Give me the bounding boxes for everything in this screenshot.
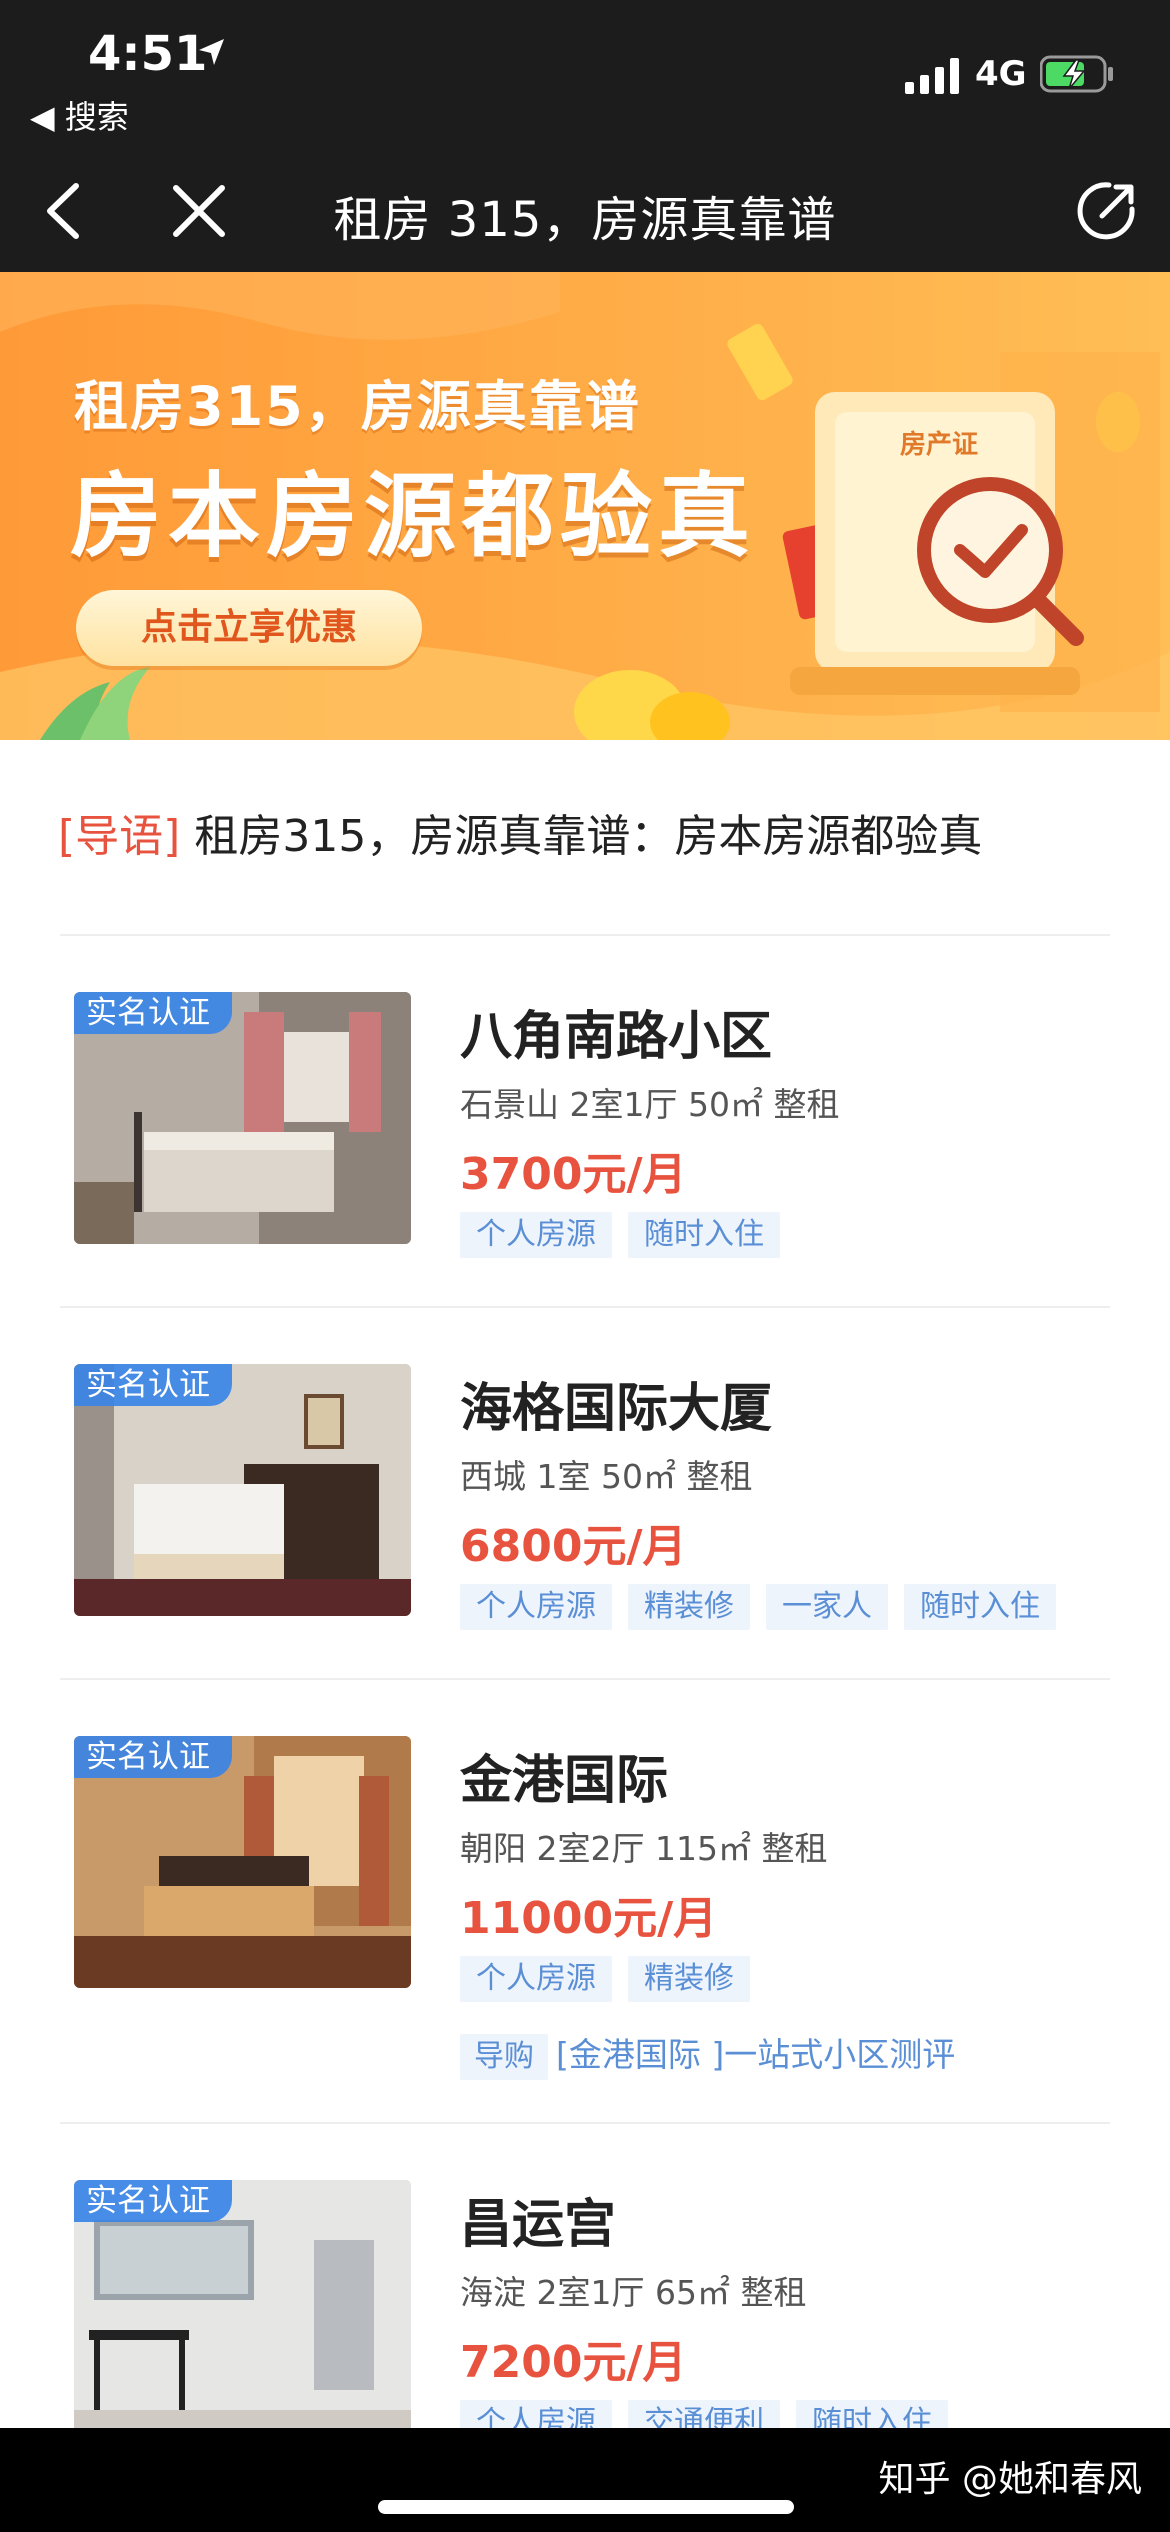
listing-tag: 交通便利 — [628, 2400, 780, 2428]
listing-price: 11000元/月 — [460, 1893, 718, 1944]
verified-badge: 实名认证 — [74, 1736, 232, 1778]
promo-banner[interactable]: 房产证 租房315，房源真靠谱 房本房源都验真 点击立享优惠 — [0, 272, 1170, 740]
divider — [60, 1306, 1110, 1308]
divider — [60, 934, 1110, 936]
listing-price: 3700元/月 — [460, 1149, 687, 1200]
listing-tag: 一家人 — [766, 1584, 888, 1630]
verified-badge: 实名认证 — [74, 2180, 232, 2222]
listing-name[interactable]: 金港国际 — [460, 1738, 668, 1813]
listing-tag: 个人房源 — [460, 1584, 612, 1630]
lead-tag: [导语] — [58, 811, 181, 862]
network-type: 4G — [975, 54, 1027, 94]
banner-headline: 租房315，房源真靠谱 — [74, 375, 641, 438]
location-arrow-icon — [199, 39, 224, 65]
listing-tags: 个人房源 交通便利 随时入住 — [460, 2400, 964, 2428]
listing-tag: 精装修 — [628, 1956, 750, 2002]
listing-tag: 个人房源 — [460, 2400, 612, 2428]
nav-bar: 租房 315，房源真靠谱 — [0, 150, 1170, 272]
divider — [60, 2122, 1110, 2124]
bottom-bar: 知乎 @她和春风 — [0, 2428, 1170, 2532]
listing-meta: 石景山 2室1厅 50㎡ 整租 — [460, 1085, 840, 1124]
listing-tag: 个人房源 — [460, 1212, 612, 1258]
banner-main-title: 房本房源都验真 — [70, 463, 757, 570]
certificate-label: 房产证 — [900, 430, 979, 460]
lead-text: 租房315，房源真靠谱：房本房源都验真 — [194, 811, 983, 862]
listing-tags: 个人房源 精装修 一家人 随时入住 — [460, 1584, 1072, 1630]
listing-card[interactable]: 实名认证 金港国际 朝阳 2室2厅 115㎡ 整租 11000元/月 个人房源精… — [0, 1736, 1170, 2116]
listing-name[interactable]: 八角南路小区 — [460, 994, 772, 1069]
listing-name[interactable]: 海格国际大厦 — [460, 1366, 772, 1441]
guide-link[interactable]: 导购 [金港国际 ]一站式小区测评 — [460, 2028, 955, 2080]
listing-tag: 随时入住 — [628, 1212, 780, 1258]
guide-tag: 导购 — [460, 2034, 548, 2080]
listing-tag: 个人房源 — [460, 1956, 612, 2002]
listing-meta: 朝阳 2室2厅 115㎡ 整租 — [460, 1829, 828, 1868]
status-bar: 4:51 ◀ 搜索 4G — [0, 0, 1170, 150]
lead-paragraph: [导语] 租房315，房源真靠谱：房本房源都验真 — [58, 800, 982, 864]
page-title: 租房 315，房源真靠谱 — [333, 192, 837, 248]
battery-icon — [1040, 55, 1113, 93]
listing-price: 6800元/月 — [460, 1521, 687, 1572]
status-time: 4:51 — [88, 26, 208, 82]
home-indicator[interactable] — [378, 2500, 794, 2514]
guide-text[interactable]: [金港国际 ]一站式小区测评 — [556, 2035, 955, 2074]
watermark: 知乎 @她和春风 — [878, 2459, 1142, 2500]
share-icon[interactable] — [1072, 176, 1142, 246]
verified-badge: 实名认证 — [74, 1364, 232, 1406]
signal-icon — [905, 58, 959, 94]
listing-meta: 西城 1室 50㎡ 整租 — [460, 1457, 753, 1496]
back-to-search-link[interactable]: ◀ 搜索 — [30, 92, 129, 138]
verified-badge: 实名认证 — [74, 992, 232, 1034]
divider — [60, 1678, 1110, 1680]
listing-tag: 随时入住 — [904, 1584, 1056, 1630]
listing-card[interactable]: 实名认证 八角南路小区 石景山 2室1厅 50㎡ 整租 3700元/月 个人房源… — [0, 992, 1170, 1262]
claim-offer-button[interactable]: 点击立享优惠 — [76, 590, 422, 666]
listing-meta: 海淀 2室1厅 65㎡ 整租 — [460, 2273, 807, 2312]
listing-price: 7200元/月 — [460, 2337, 687, 2388]
listing-tag: 随时入住 — [796, 2400, 948, 2428]
listing-tag: 精装修 — [628, 1584, 750, 1630]
listing-name[interactable]: 昌运宫 — [460, 2182, 616, 2257]
listing-tags: 个人房源 随时入住 — [460, 1212, 796, 1258]
listing-tags: 个人房源 精装修 — [460, 1956, 766, 2002]
listing-card[interactable]: 实名认证 昌运宫 海淀 2室1厅 65㎡ 整租 7200元/月 个人房源 交通便利… — [0, 2180, 1170, 2428]
listing-card[interactable]: 实名认证 海格国际大厦 西城 1室 50㎡ 整租 6800元/月 个人房源 精装修… — [0, 1364, 1170, 1634]
